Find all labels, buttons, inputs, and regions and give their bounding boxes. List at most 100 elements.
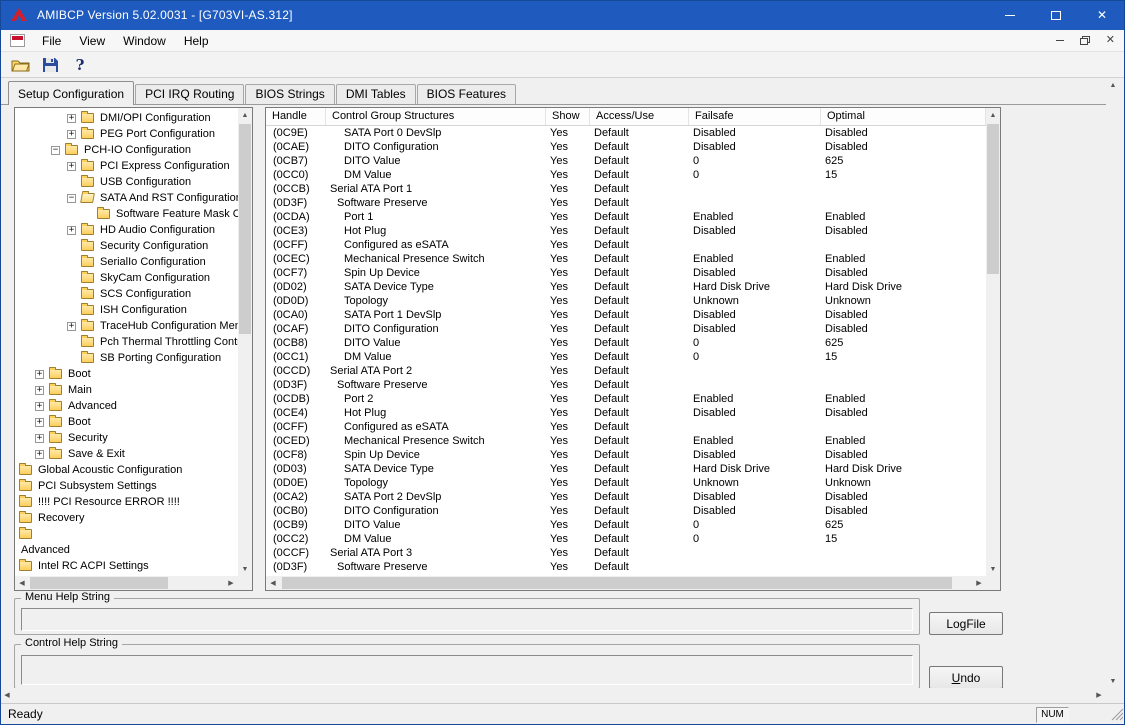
column-header-control-group-structures[interactable]: Control Group Structures [326, 108, 546, 125]
tree-item[interactable]: + PEG Port Configuration [15, 126, 238, 142]
tree-item[interactable]: ISH Configuration [15, 302, 238, 318]
tab-setup-configuration[interactable]: Setup Configuration [8, 81, 135, 105]
table-row[interactable]: (0CCD) Serial ATA Port 2 Yes Default [266, 364, 986, 378]
table-row[interactable]: (0CE3) Hot Plug Yes Default Disabled Disabled [266, 224, 986, 238]
menu-window[interactable]: Window [114, 30, 175, 52]
tree-item[interactable]: − SATA And RST Configuration [15, 190, 238, 206]
save-button[interactable] [38, 54, 62, 76]
tree-item[interactable]: Pch Thermal Throttling Control [15, 334, 238, 350]
scroll-track[interactable] [238, 122, 252, 562]
tree-item[interactable]: PCI Subsystem Settings [15, 478, 238, 494]
table-row[interactable]: (0CB7) DITO Value Yes Default 0 625 [266, 154, 986, 168]
expand-plus-icon[interactable]: + [35, 401, 44, 411]
table-row[interactable]: (0CFF) Configured as eSATA Yes Default [266, 420, 986, 434]
table-row[interactable]: (0CA0) SATA Port 1 DevSlp Yes Default Disabl… [266, 308, 986, 322]
scroll-left-arrow[interactable]: ◀ [0, 688, 14, 702]
scroll-track[interactable] [14, 688, 1092, 702]
expand-plus-icon[interactable]: + [35, 417, 44, 427]
table-row[interactable]: (0D3F) Software Preserve Yes Default [266, 378, 986, 392]
table-row[interactable]: (0CED) Mechanical Presence Switch Yes Defau… [266, 434, 986, 448]
expand-plus-icon[interactable]: + [67, 161, 76, 171]
table-row[interactable]: (0C9E) SATA Port 0 DevSlp Yes Default Disabl… [266, 126, 986, 140]
tree-item[interactable]: Advanced [15, 542, 238, 558]
expand-plus-icon[interactable]: + [67, 321, 76, 331]
column-header-access-use[interactable]: Access/Use [590, 108, 689, 125]
table-row[interactable]: (0CB8) DITO Value Yes Default 0 625 [266, 336, 986, 350]
tab-dmi-tables[interactable]: DMI Tables [335, 84, 416, 104]
tree-item[interactable]: Global Acoustic Configuration [15, 462, 238, 478]
column-header-failsafe[interactable]: Failsafe [689, 108, 821, 125]
scroll-thumb[interactable] [987, 124, 999, 274]
expand-plus-icon[interactable]: + [35, 433, 44, 443]
open-file-button[interactable] [8, 54, 32, 76]
table-row[interactable]: (0CDB) Port 2 Yes Default Enabled Enabled [266, 392, 986, 406]
table-vertical-scrollbar[interactable]: ▲ ▼ [986, 108, 1000, 576]
tree-vertical-scrollbar[interactable]: ▲ ▼ [238, 108, 252, 576]
collapse-minus-icon[interactable]: − [51, 145, 60, 155]
tree-item[interactable]: + Security [15, 430, 238, 446]
scroll-down-arrow[interactable]: ▼ [1106, 674, 1120, 688]
main-horizontal-scrollbar[interactable]: ◀ ▶ [0, 688, 1106, 702]
table-row[interactable]: (0CDA) Port 1 Yes Default Enabled Enabled [266, 210, 986, 224]
table-row[interactable]: (0CB9) DITO Value Yes Default 0 625 [266, 518, 986, 532]
help-button[interactable]: ? [68, 54, 92, 76]
tree-item[interactable]: USB Configuration [15, 174, 238, 190]
tree-item[interactable]: + DMI/OPI Configuration [15, 110, 238, 126]
column-header-handle[interactable]: Handle [266, 108, 326, 125]
resize-grip[interactable] [1111, 708, 1124, 724]
tree-item[interactable]: Recovery [15, 510, 238, 526]
tree-item[interactable]: + Save & Exit [15, 446, 238, 462]
tree-item[interactable]: Software Feature Mask Configuration [15, 206, 238, 222]
table-row[interactable]: (0D0D) Topology Yes Default Unknown Unknown [266, 294, 986, 308]
table-row[interactable]: (0CC1) DM Value Yes Default 0 15 [266, 350, 986, 364]
table-row[interactable]: (0D3F) Software Preserve Yes Default [266, 196, 986, 210]
scroll-track[interactable] [1106, 92, 1120, 674]
menu-help[interactable]: Help [175, 30, 218, 52]
table-row[interactable]: (0CB0) DITO Configuration Yes Default Disabl… [266, 504, 986, 518]
expand-plus-icon[interactable]: + [67, 113, 76, 123]
tree-item[interactable]: + TraceHub Configuration Menu [15, 318, 238, 334]
table-row[interactable]: (0D02) SATA Device Type Yes Default Hard Dis… [266, 280, 986, 294]
scroll-down-arrow[interactable]: ▼ [986, 562, 1000, 576]
expand-plus-icon[interactable]: + [35, 369, 44, 379]
scroll-up-arrow[interactable]: ▲ [986, 108, 1000, 122]
tree-item[interactable]: SerialIo Configuration [15, 254, 238, 270]
scroll-up-arrow[interactable]: ▲ [238, 108, 252, 122]
table-row[interactable]: (0D0E) Topology Yes Default Unknown Unknown [266, 476, 986, 490]
tree-item[interactable]: + HD Audio Configuration [15, 222, 238, 238]
tree-item[interactable]: + Advanced [15, 398, 238, 414]
table-row[interactable]: (0CFF) Configured as eSATA Yes Default [266, 238, 986, 252]
table-row[interactable]: (0CEC) Mechanical Presence Switch Yes Defau… [266, 252, 986, 266]
tree-item[interactable]: + PCI Express Configuration [15, 158, 238, 174]
scroll-right-arrow[interactable]: ▶ [972, 576, 986, 590]
table-row[interactable]: (0CF7) Spin Up Device Yes Default Disabled Di… [266, 266, 986, 280]
table-row[interactable]: (0CA2) SATA Port 2 DevSlp Yes Default Disabl… [266, 490, 986, 504]
table-row[interactable]: (0CC2) DM Value Yes Default 0 15 [266, 532, 986, 546]
tree-item[interactable]: Intel RC ACPI Settings [15, 558, 238, 574]
tab-pci-irq-routing[interactable]: PCI IRQ Routing [135, 84, 245, 104]
table-row[interactable]: (0CAF) DITO Configuration Yes Default Disabl… [266, 322, 986, 336]
table-row[interactable]: (0D03) SATA Device Type Yes Default Hard Dis… [266, 462, 986, 476]
tree-item[interactable]: + Boot [15, 414, 238, 430]
tree-horizontal-scrollbar[interactable]: ◀ ▶ [15, 576, 238, 590]
table-row[interactable]: (0CCF) Serial ATA Port 3 Yes Default [266, 546, 986, 560]
scroll-left-arrow[interactable]: ◀ [15, 576, 29, 590]
scroll-thumb[interactable] [30, 577, 168, 589]
logfile-button[interactable]: LogFile [929, 612, 1003, 635]
tree-item[interactable] [15, 526, 238, 542]
table-row[interactable]: (0D3F) Software Preserve Yes Default [266, 560, 986, 574]
minimize-button[interactable] [987, 0, 1033, 30]
mdi-close-icon[interactable]: ✕ [1106, 35, 1115, 46]
tree-item[interactable]: SCS Configuration [15, 286, 238, 302]
collapse-minus-icon[interactable]: − [67, 193, 76, 203]
scroll-down-arrow[interactable]: ▼ [238, 562, 252, 576]
tree-item[interactable]: + Main [15, 382, 238, 398]
close-button[interactable]: ✕ [1079, 0, 1125, 30]
tree-item[interactable]: Security Configuration [15, 238, 238, 254]
scroll-track[interactable] [986, 122, 1000, 562]
column-header-show[interactable]: Show [546, 108, 590, 125]
scroll-track[interactable] [29, 576, 224, 590]
scroll-thumb[interactable] [282, 577, 952, 589]
table-row[interactable]: (0CCB) Serial ATA Port 1 Yes Default [266, 182, 986, 196]
maximize-button[interactable] [1033, 0, 1079, 30]
